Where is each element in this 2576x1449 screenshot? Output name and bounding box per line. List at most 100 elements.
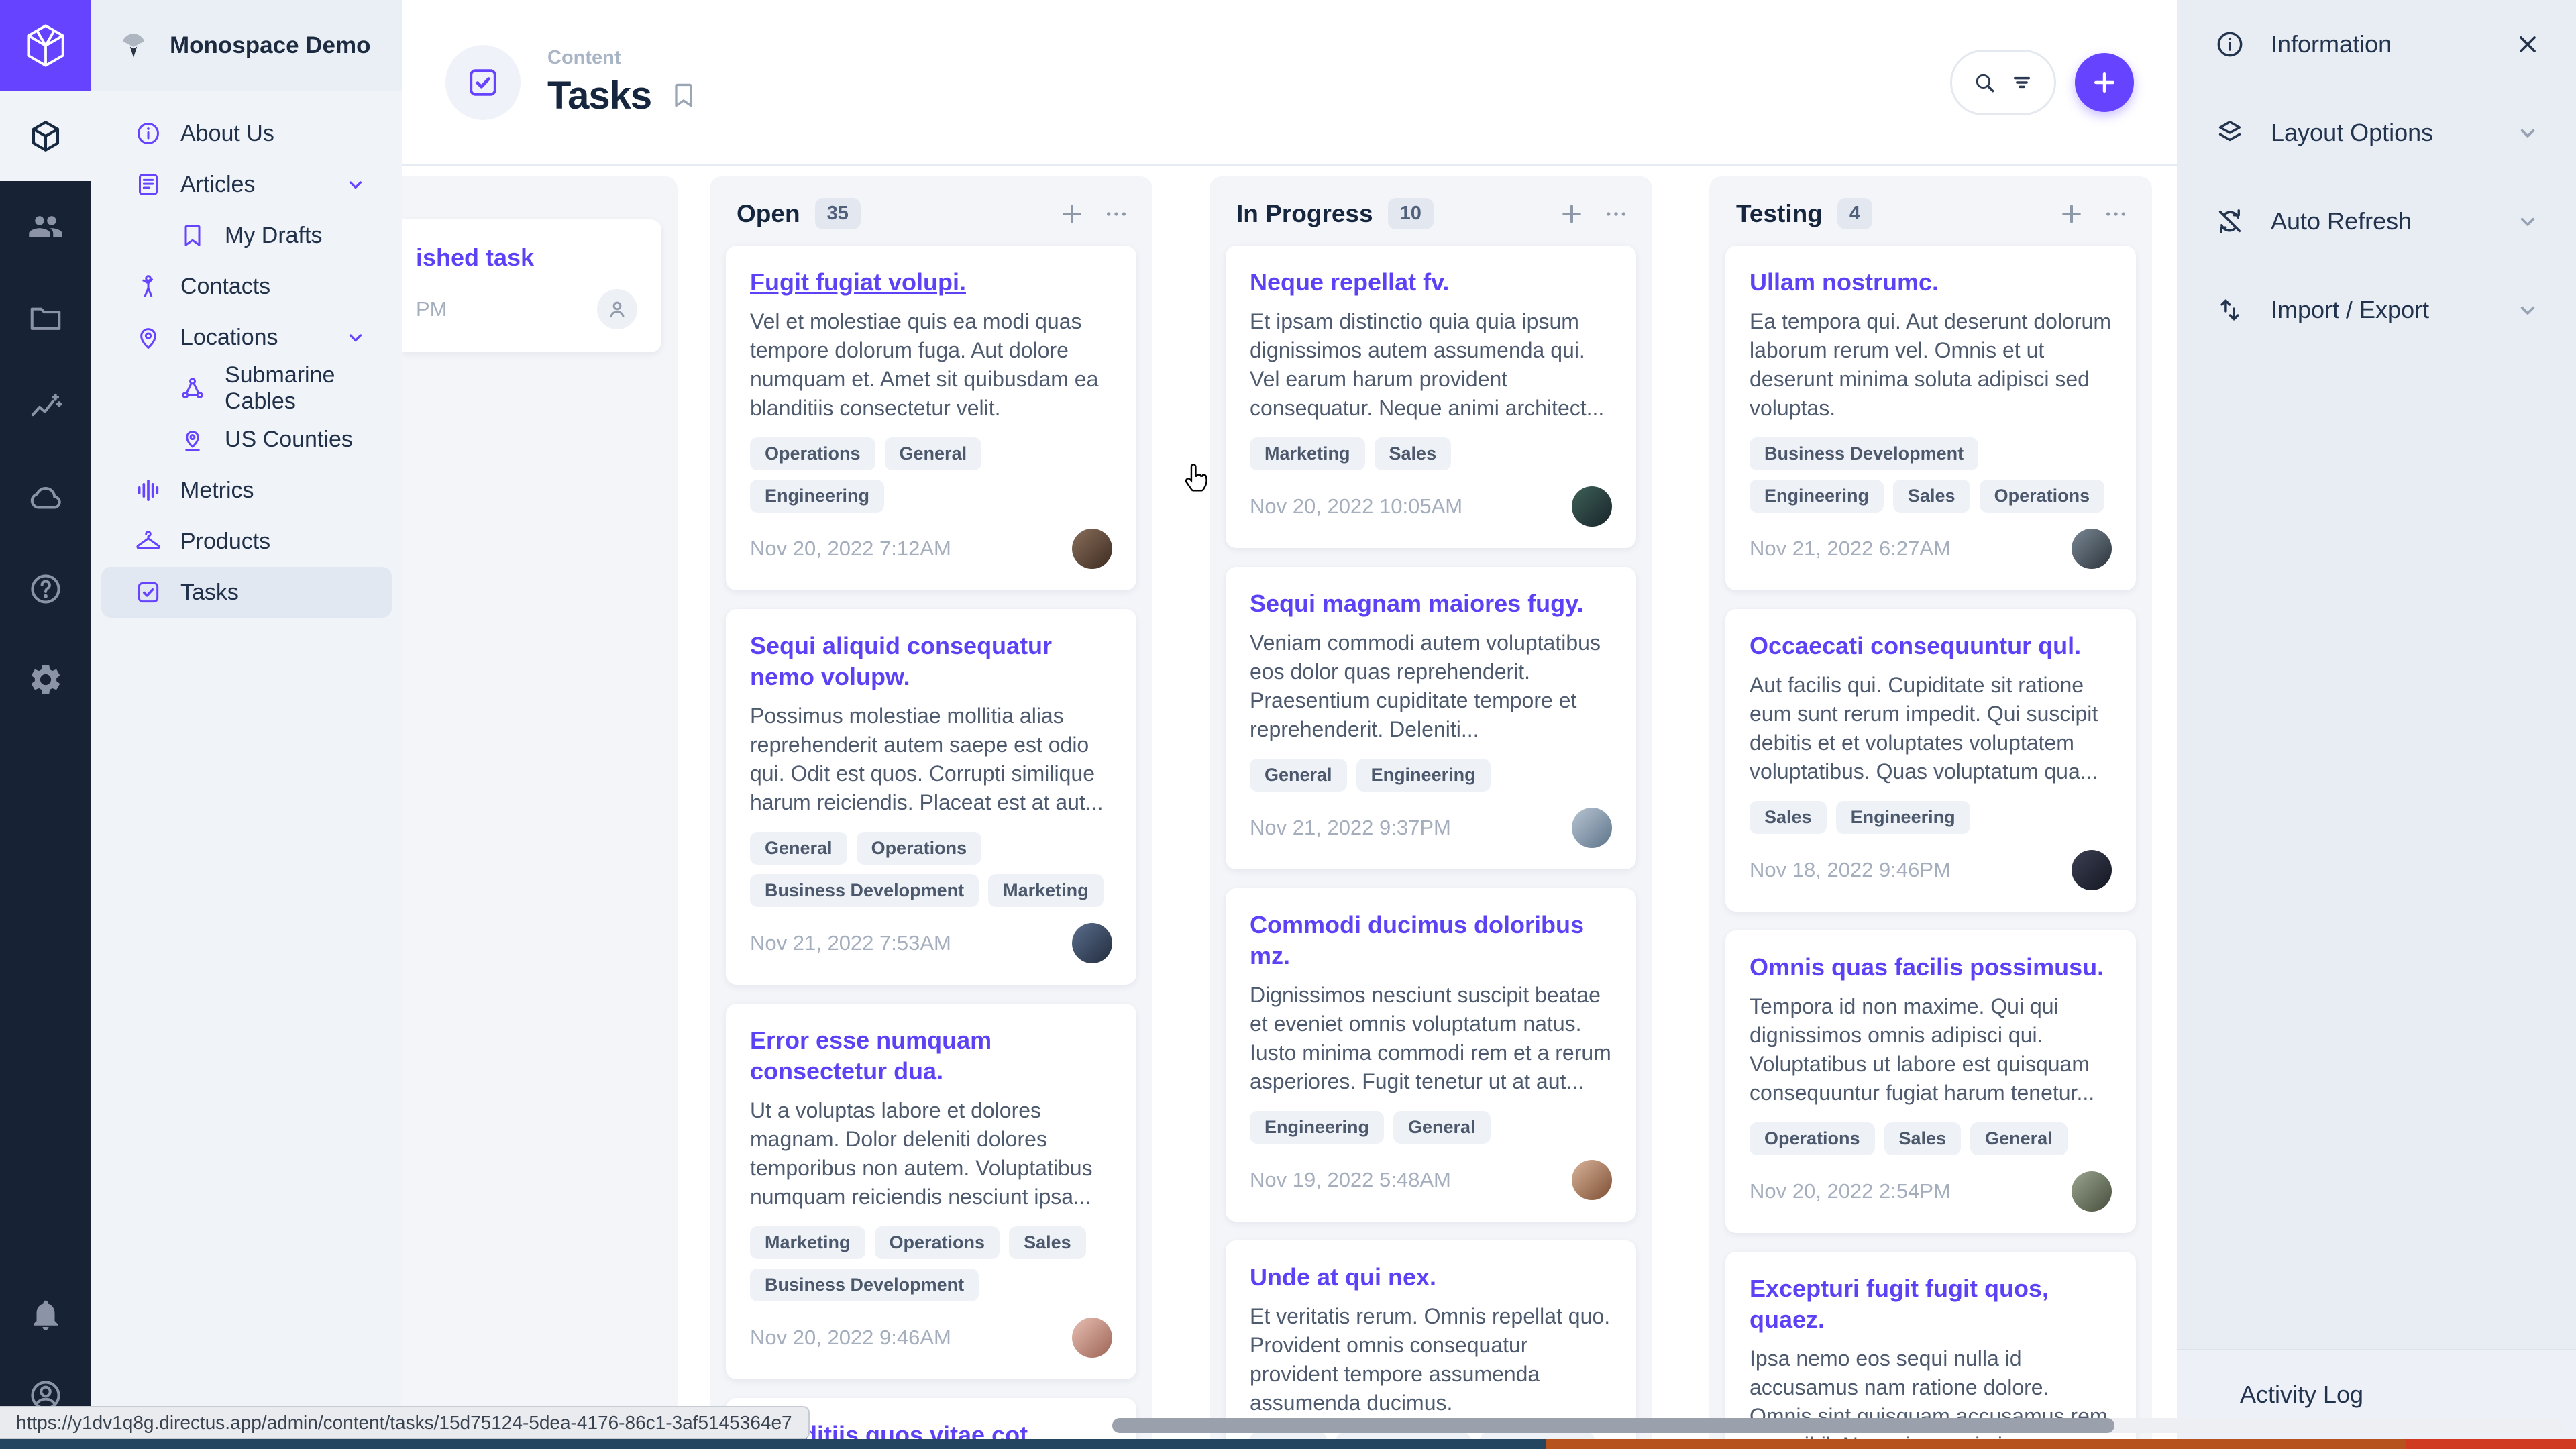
module-insights[interactable] [0,362,91,453]
card-title[interactable]: Omnis quas facilis possimusu. [1750,952,2112,983]
sidebar-section-information[interactable]: Information [2177,0,2576,89]
module-settings[interactable] [0,634,91,724]
network-icon [179,375,206,402]
card-tags: OperationsGeneralEngineering [750,437,1112,513]
insights-icon [28,390,64,426]
module-cloud[interactable] [0,453,91,543]
card-date: Nov 20, 2022 10:05AM [1250,494,1462,519]
horizontal-scrollbar-track[interactable] [1112,1418,2563,1433]
sidebar-section-label: Import / Export [2271,296,2429,324]
bookmark-icon[interactable] [669,80,698,110]
kanban-column-in-progress: In Progress10Neque repellat fv.Et ipsam … [1210,176,1652,1449]
card-description: Ipsa nemo eos sequi nulla id accusamus n… [1750,1344,2112,1449]
card-title[interactable]: ished task [416,242,637,273]
add-card-button[interactable] [1558,201,1585,227]
card-date: Nov 18, 2022 9:46PM [1750,858,1951,882]
tag-engineering: Engineering [750,480,884,513]
card-tags: GeneralEngineering [1250,759,1612,792]
module-help[interactable] [0,543,91,634]
nav-item-us-counties[interactable]: US Counties [101,414,392,465]
column-name: Testing [1736,200,1823,228]
help-icon [28,571,64,607]
card-title[interactable]: Sequi magnam maiores fugy. [1250,588,1612,619]
status-bar-url: https://y1dv1q8g.directus.app/admin/cont… [0,1406,810,1440]
task-card[interactable]: Neque repellat fv. Et ipsam distinctio qu… [1226,246,1636,548]
task-card-partial[interactable]: ished taskPM [402,219,661,352]
filter-icon[interactable] [2009,70,2035,95]
chevron-down-icon[interactable] [343,325,368,350]
add-task-button[interactable] [2075,53,2134,112]
nav-item-metrics[interactable]: Metrics [101,465,392,516]
tag-marketing: Marketing [988,874,1104,907]
main-content: Content Tasks ished taskPMOpen35Fugit fu… [402,0,2177,1449]
add-card-button[interactable] [2058,201,2085,227]
card-title[interactable]: Occaecati consequuntur qul. [1750,631,2112,661]
project-logo-icon [117,30,150,62]
card-footer: Nov 21, 2022 6:27AM [1750,529,2112,569]
chevron-down-icon[interactable] [2514,208,2541,235]
column-header: Open35 [726,176,1136,246]
horizontal-scrollbar-thumb[interactable] [1112,1418,2114,1433]
column-menu-button[interactable] [1603,201,1629,227]
project-switcher[interactable]: Monospace Demo [91,0,402,91]
tag-sales: Sales [1884,1122,1962,1155]
chevron-down-icon[interactable] [2514,297,2541,323]
nav-item-products[interactable]: Products [101,516,392,567]
chevron-down-icon[interactable] [2514,119,2541,146]
card-title[interactable]: Sequi aliquid consequatur nemo volupw. [750,631,1112,692]
card-description: Ut a voluptas labore et dolores magnam. … [750,1096,1112,1212]
search-icon[interactable] [1972,70,1997,95]
nav-item-submarine-cables[interactable]: Submarine Cables [101,363,392,414]
column-menu-button[interactable] [2102,201,2129,227]
nav-item-label: Articles [180,172,255,198]
nav-item-contacts[interactable]: Contacts [101,261,392,312]
task-card[interactable]: Occaecati consequuntur qul.Aut facilis q… [1725,609,2136,912]
card-title[interactable]: Error esse numquam consectetur dua. [750,1025,1112,1087]
sidebar-section-import-export[interactable]: Import / Export [2177,266,2576,354]
sidebar-section-auto-refresh[interactable]: Auto Refresh [2177,177,2576,266]
add-card-button[interactable] [1059,201,1085,227]
card-title[interactable]: Excepturi fugit fugit quos, quaez. [1750,1273,2112,1335]
avatar [2072,1171,2112,1212]
task-card[interactable]: Error esse numquam consectetur dua. Ut a … [726,1004,1136,1379]
card-date: Nov 21, 2022 9:37PM [1250,816,1451,840]
task-card[interactable]: Fugit fugiat volupi.Vel et molestiae qui… [726,246,1136,590]
nav-item-label: About Us [180,121,274,147]
right-sidebar: InformationLayout OptionsAuto Refresh Imp… [2177,0,2576,1449]
nav-item-about-us[interactable]: About Us [101,108,392,159]
nav-item-label: US Counties [225,427,353,453]
nav-item-label: Products [180,529,270,555]
card-title[interactable]: Ullam nostrumc. [1750,267,2112,298]
card-title[interactable]: Fugit fugiat volupi. [750,267,1112,298]
nav-item-label: Contacts [180,274,270,300]
card-title[interactable]: Neque repellat fv. [1250,267,1612,298]
card-description: Et ipsam distinctio quia quia ipsum dign… [1250,307,1612,423]
task-card[interactable]: Sequi magnam maiores fugy. Veniam commodi… [1226,567,1636,869]
task-card[interactable]: Commodi ducimus doloribus mz.Dignissimos… [1226,888,1636,1222]
close-icon[interactable] [2514,31,2541,58]
module-files[interactable] [0,272,91,362]
notifications[interactable] [0,1275,91,1355]
task-card[interactable]: Omnis quas facilis possimusu.Tempora id … [1725,930,2136,1233]
tag-general: General [885,437,982,470]
module-content[interactable] [0,91,91,181]
app-logo[interactable] [0,0,91,91]
nav-item-articles[interactable]: Articles [101,159,392,210]
card-title[interactable]: Commodi ducimus doloribus mz. [1250,910,1612,971]
card-date: Nov 19, 2022 5:48AM [1250,1168,1451,1192]
search-filter-pill[interactable] [1950,50,2056,115]
nav-item-my-drafts[interactable]: My Drafts [101,210,392,261]
sidebar-section-layout-options[interactable]: Layout Options [2177,89,2576,177]
kanban-column-open: Open35Fugit fugiat volupi.Vel et molesti… [710,176,1152,1449]
card-title[interactable]: Unde at qui nex. [1250,1262,1612,1293]
nav-item-locations[interactable]: Locations [101,312,392,363]
chevron-down-icon[interactable] [343,172,368,197]
breadcrumb[interactable]: Content [547,47,698,69]
column-menu-button[interactable] [1103,201,1130,227]
module-users[interactable] [0,181,91,272]
module-list [0,91,91,724]
task-card[interactable]: Sequi aliquid consequatur nemo volupw.Po… [726,609,1136,985]
card-description: Veniam commodi autem voluptatibus eos do… [1250,629,1612,744]
nav-item-tasks[interactable]: Tasks [101,567,392,618]
task-card[interactable]: Ullam nostrumc.Ea tempora qui. Aut deser… [1725,246,2136,590]
